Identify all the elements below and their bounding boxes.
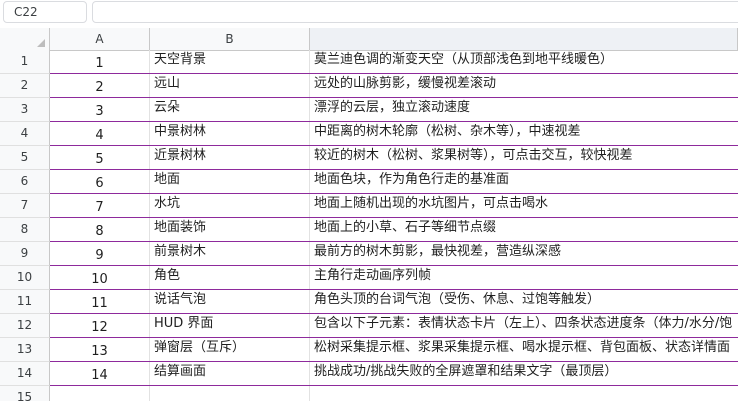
cell-c[interactable]: 莫兰迪色调的渐变天空（从顶部浅色到地平线暖色） bbox=[310, 50, 738, 73]
cell-b[interactable]: 地面装饰 bbox=[150, 218, 310, 241]
cell-b[interactable]: 角色 bbox=[150, 266, 310, 289]
cell-b[interactable]: 前景树木 bbox=[150, 242, 310, 265]
row-header[interactable]: 3 bbox=[0, 98, 50, 122]
row-header[interactable]: 11 bbox=[0, 290, 50, 314]
cell-b[interactable]: 地面 bbox=[150, 170, 310, 193]
row-header[interactable]: 7 bbox=[0, 194, 50, 218]
cell-a[interactable]: 1 bbox=[50, 50, 150, 73]
cell-c[interactable]: 最前方的树木剪影，最快视差，营造纵深感 bbox=[310, 242, 738, 265]
cell-a[interactable]: 6 bbox=[50, 170, 150, 193]
cell-a[interactable]: 8 bbox=[50, 218, 150, 241]
cell-c[interactable]: 较近的树木（松树、浆果树等），可点击交互，较快视差 bbox=[310, 146, 738, 169]
name-box[interactable]: C22 bbox=[3, 1, 87, 23]
table-row: 13 13 弹窗层（互斥） 松树采集提示框、浆果采集提示框、喝水提示框、背包面板、状态… bbox=[0, 338, 738, 362]
cell-b[interactable]: 近景树林 bbox=[150, 146, 310, 169]
table-row: 15 bbox=[0, 386, 738, 401]
row-header[interactable]: 12 bbox=[0, 314, 50, 338]
table-row: 2 2 远山 远处的山脉剪影，缓慢视差滚动 bbox=[0, 74, 738, 98]
cell-c[interactable]: 角色头顶的台词气泡（受伤、休息、过饱等触发） bbox=[310, 290, 738, 313]
cell-b[interactable] bbox=[150, 386, 310, 401]
cell-c[interactable]: 松树采集提示框、浆果采集提示框、喝水提示框、背包面板、状态详情面 bbox=[310, 338, 738, 361]
row-header[interactable]: 2 bbox=[0, 74, 50, 98]
cell-c[interactable]: 包含以下子元素：表情状态卡片（左上）、四条状态进度条（体力/水分/饱 bbox=[310, 314, 738, 337]
row-header[interactable]: 10 bbox=[0, 266, 50, 290]
cell-c[interactable]: 挑战成功/挑战失败的全屏遮罩和结果文字（最顶层） bbox=[310, 362, 738, 385]
table-row: 10 10 角色 主角行走动画序列帧 bbox=[0, 266, 738, 290]
row-header[interactable]: 6 bbox=[0, 170, 50, 194]
row-header[interactable]: 13 bbox=[0, 338, 50, 362]
cell-a[interactable]: 12 bbox=[50, 314, 150, 337]
table-row: 12 12 HUD 界面 包含以下子元素：表情状态卡片（左上）、四条状态进度条（体力/… bbox=[0, 314, 738, 338]
select-all-icon bbox=[37, 39, 45, 47]
cell-c[interactable]: 远处的山脉剪影，缓慢视差滚动 bbox=[310, 74, 738, 97]
cell-b[interactable]: 天空背景 bbox=[150, 50, 310, 73]
spreadsheet-grid: A B 1 1 天空背景 莫兰迪色调的渐变天空（从顶部浅色到地平线暖色） 2 2 远山 远处的… bbox=[0, 28, 738, 401]
cell-c[interactable]: 地面色块，作为角色行走的基准面 bbox=[310, 170, 738, 193]
cell-a[interactable]: 13 bbox=[50, 338, 150, 361]
select-all-corner[interactable] bbox=[0, 28, 50, 50]
cell-a[interactable]: 5 bbox=[50, 146, 150, 169]
column-header-c[interactable] bbox=[310, 28, 738, 50]
cell-b[interactable]: 中景树林 bbox=[150, 122, 310, 145]
table-row: 11 11 说话气泡 角色头顶的台词气泡（受伤、休息、过饱等触发） bbox=[0, 290, 738, 314]
column-header-a[interactable]: A bbox=[50, 28, 150, 50]
cell-b[interactable]: 说话气泡 bbox=[150, 290, 310, 313]
row-header[interactable]: 1 bbox=[0, 50, 50, 74]
table-row: 3 3 云朵 漂浮的云层，独立滚动速度 bbox=[0, 98, 738, 122]
table-row: 7 7 水坑 地面上随机出现的水坑图片，可点击喝水 bbox=[0, 194, 738, 218]
column-header-b[interactable]: B bbox=[150, 28, 310, 50]
table-row: 4 4 中景树林 中距离的树木轮廓（松树、杂木等），中速视差 bbox=[0, 122, 738, 146]
cell-a[interactable]: 10 bbox=[50, 266, 150, 289]
cell-a[interactable]: 3 bbox=[50, 98, 150, 121]
cell-a[interactable]: 9 bbox=[50, 242, 150, 265]
row-header[interactable]: 15 bbox=[0, 386, 50, 401]
formula-bar: C22 bbox=[0, 0, 738, 28]
row-header[interactable]: 4 bbox=[0, 122, 50, 146]
formula-input[interactable] bbox=[92, 1, 738, 23]
cell-c[interactable]: 漂浮的云层，独立滚动速度 bbox=[310, 98, 738, 121]
cell-c[interactable]: 主角行走动画序列帧 bbox=[310, 266, 738, 289]
cell-a[interactable]: 11 bbox=[50, 290, 150, 313]
row-header[interactable]: 8 bbox=[0, 218, 50, 242]
cell-a[interactable]: 2 bbox=[50, 74, 150, 97]
cell-b[interactable]: HUD 界面 bbox=[150, 314, 310, 337]
cell-a[interactable]: 7 bbox=[50, 194, 150, 217]
column-header-row: A B bbox=[0, 28, 738, 51]
cell-b[interactable]: 云朵 bbox=[150, 98, 310, 121]
table-row: 9 9 前景树木 最前方的树木剪影，最快视差，营造纵深感 bbox=[0, 242, 738, 266]
cell-c[interactable] bbox=[310, 386, 738, 401]
row-header[interactable]: 14 bbox=[0, 362, 50, 386]
cell-b[interactable]: 水坑 bbox=[150, 194, 310, 217]
table-row: 5 5 近景树林 较近的树木（松树、浆果树等），可点击交互，较快视差 bbox=[0, 146, 738, 170]
cell-a[interactable]: 14 bbox=[50, 362, 150, 385]
table-row: 8 8 地面装饰 地面上的小草、石子等细节点缀 bbox=[0, 218, 738, 242]
cell-b[interactable]: 弹窗层（互斥） bbox=[150, 338, 310, 361]
row-header[interactable]: 9 bbox=[0, 242, 50, 266]
cell-a[interactable] bbox=[50, 386, 150, 401]
cell-b[interactable]: 结算画面 bbox=[150, 362, 310, 385]
row-header[interactable]: 5 bbox=[0, 146, 50, 170]
table-row: 1 1 天空背景 莫兰迪色调的渐变天空（从顶部浅色到地平线暖色） bbox=[0, 50, 738, 74]
cell-c[interactable]: 地面上的小草、石子等细节点缀 bbox=[310, 218, 738, 241]
table-row: 6 6 地面 地面色块，作为角色行走的基准面 bbox=[0, 170, 738, 194]
cell-c[interactable]: 中距离的树木轮廓（松树、杂木等），中速视差 bbox=[310, 122, 738, 145]
cell-a[interactable]: 4 bbox=[50, 122, 150, 145]
table-row: 14 14 结算画面 挑战成功/挑战失败的全屏遮罩和结果文字（最顶层） bbox=[0, 362, 738, 386]
cell-c[interactable]: 地面上随机出现的水坑图片，可点击喝水 bbox=[310, 194, 738, 217]
cell-b[interactable]: 远山 bbox=[150, 74, 310, 97]
